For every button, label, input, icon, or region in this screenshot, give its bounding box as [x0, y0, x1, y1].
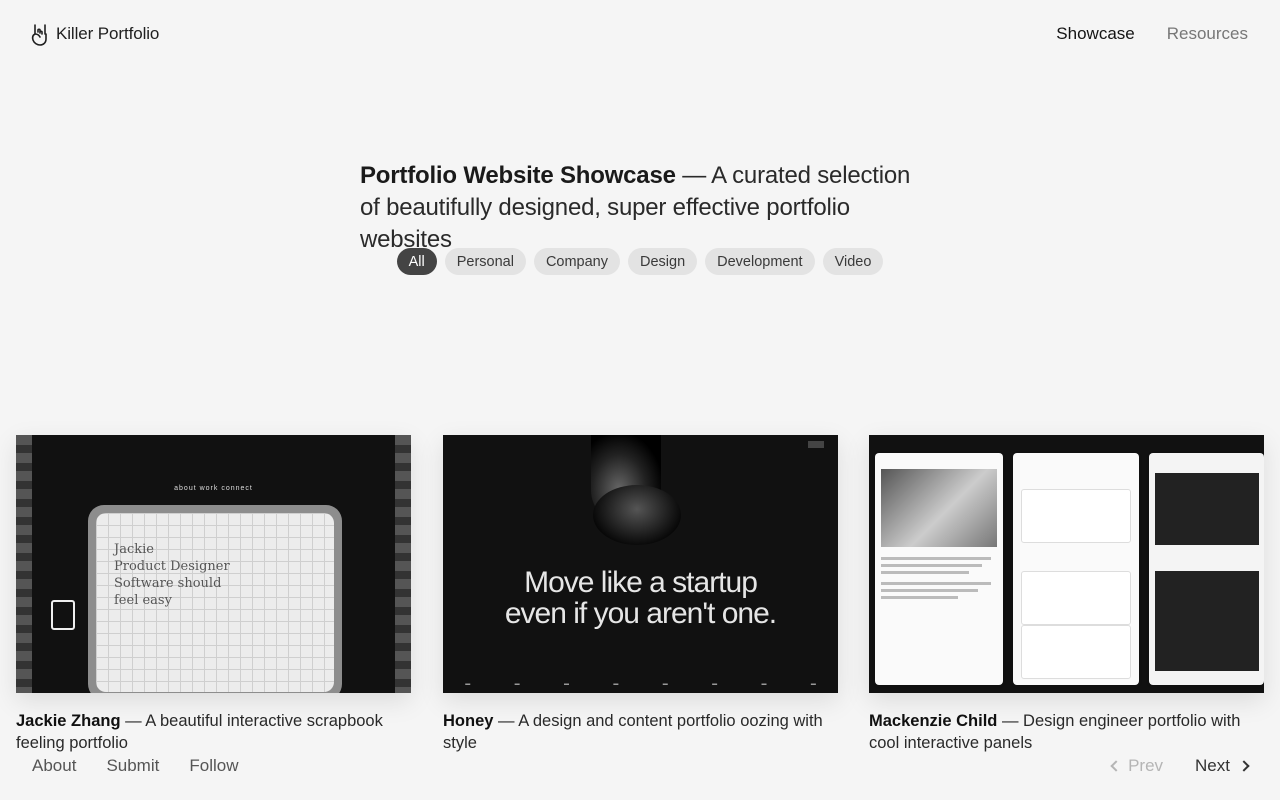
thumb-text: Jackie Product Designer Software should …	[114, 542, 230, 608]
brand-link[interactable]: Killer Portfolio	[30, 22, 159, 46]
prev-label: Prev	[1128, 756, 1164, 775]
profile-photo	[881, 469, 997, 547]
honey-drop	[593, 485, 681, 545]
footer-links: About Submit Follow	[32, 756, 238, 776]
card-thumbnail[interactable]	[869, 435, 1264, 693]
bio-lines	[881, 557, 991, 603]
footer-submit-link[interactable]: Submit	[106, 756, 159, 776]
career-panel	[1013, 453, 1139, 685]
filter-pills: All Personal Company Design Development …	[0, 248, 1280, 275]
portfolio-card[interactable]: Mackenzie Child — Design engineer portfo…	[869, 435, 1264, 754]
card-title[interactable]: Jackie Zhang	[16, 712, 121, 730]
portfolio-grid: about work connect Jackie Product Design…	[16, 435, 1280, 765]
card-caption: Honey — A design and content portfolio o…	[443, 710, 838, 754]
juice-box-icon	[51, 600, 75, 630]
pagination: Prev Next	[1110, 756, 1250, 776]
thumb-headline: Move like a startup even if you aren't o…	[443, 567, 838, 629]
tablet-illustration: Jackie Product Designer Software should …	[88, 505, 342, 693]
thumb-headline-1: Move like a startup	[524, 566, 758, 599]
prev-button[interactable]: Prev	[1110, 756, 1164, 776]
card-thumbnail[interactable]: about work connect Jackie Product Design…	[16, 435, 411, 693]
sticker-strip	[395, 435, 411, 693]
thumb-headline-2: even if you aren't one.	[504, 597, 777, 630]
chevron-left-icon	[1110, 760, 1122, 772]
card-title[interactable]: Mackenzie Child	[869, 712, 997, 730]
filter-all[interactable]: All	[396, 248, 437, 275]
nav-showcase[interactable]: Showcase	[1056, 24, 1134, 44]
footer-follow-link[interactable]: Follow	[189, 756, 238, 776]
card-description: — A design and content portfolio oozing …	[443, 712, 823, 752]
rock-hand-icon	[30, 22, 50, 46]
client-logos: ▬ ▬ ▬ ▬ ▬ ▬ ▬ ▬	[465, 681, 816, 687]
portfolio-card[interactable]: about work connect Jackie Product Design…	[16, 435, 411, 754]
site-header: Killer Portfolio Showcase Resources	[0, 0, 1280, 68]
hero-title-bold: Portfolio Website Showcase	[360, 162, 676, 189]
filter-development[interactable]: Development	[705, 248, 815, 275]
chevron-right-icon	[1238, 760, 1250, 772]
filter-design[interactable]: Design	[628, 248, 698, 275]
thumb-menu: about work connect	[174, 485, 253, 492]
card-caption: Mackenzie Child — Design engineer portfo…	[869, 710, 1264, 754]
brand-label: Killer Portfolio	[56, 24, 160, 43]
footer-about-link[interactable]: About	[32, 756, 76, 776]
nav-resources[interactable]: Resources	[1167, 24, 1248, 44]
about-panel	[875, 453, 1003, 685]
card-caption: Jackie Zhang — A beautiful interactive s…	[16, 710, 411, 754]
sticker-strip	[16, 435, 32, 693]
tablet-screen: Jackie Product Designer Software should …	[96, 513, 334, 692]
next-label: Next	[1195, 756, 1230, 775]
next-button[interactable]: Next	[1195, 756, 1250, 776]
portfolio-card[interactable]: Move like a startup even if you aren't o…	[443, 435, 838, 754]
filter-personal[interactable]: Personal	[444, 248, 526, 275]
main-nav: Showcase Resources	[1056, 24, 1248, 44]
card-thumbnail[interactable]: Move like a startup even if you aren't o…	[443, 435, 838, 693]
filter-video[interactable]: Video	[822, 248, 884, 275]
work-panel	[1149, 453, 1264, 685]
card-title[interactable]: Honey	[443, 712, 493, 730]
filter-company[interactable]: Company	[533, 248, 620, 275]
hero-heading: Portfolio Website Showcase — A curated s…	[360, 160, 930, 256]
